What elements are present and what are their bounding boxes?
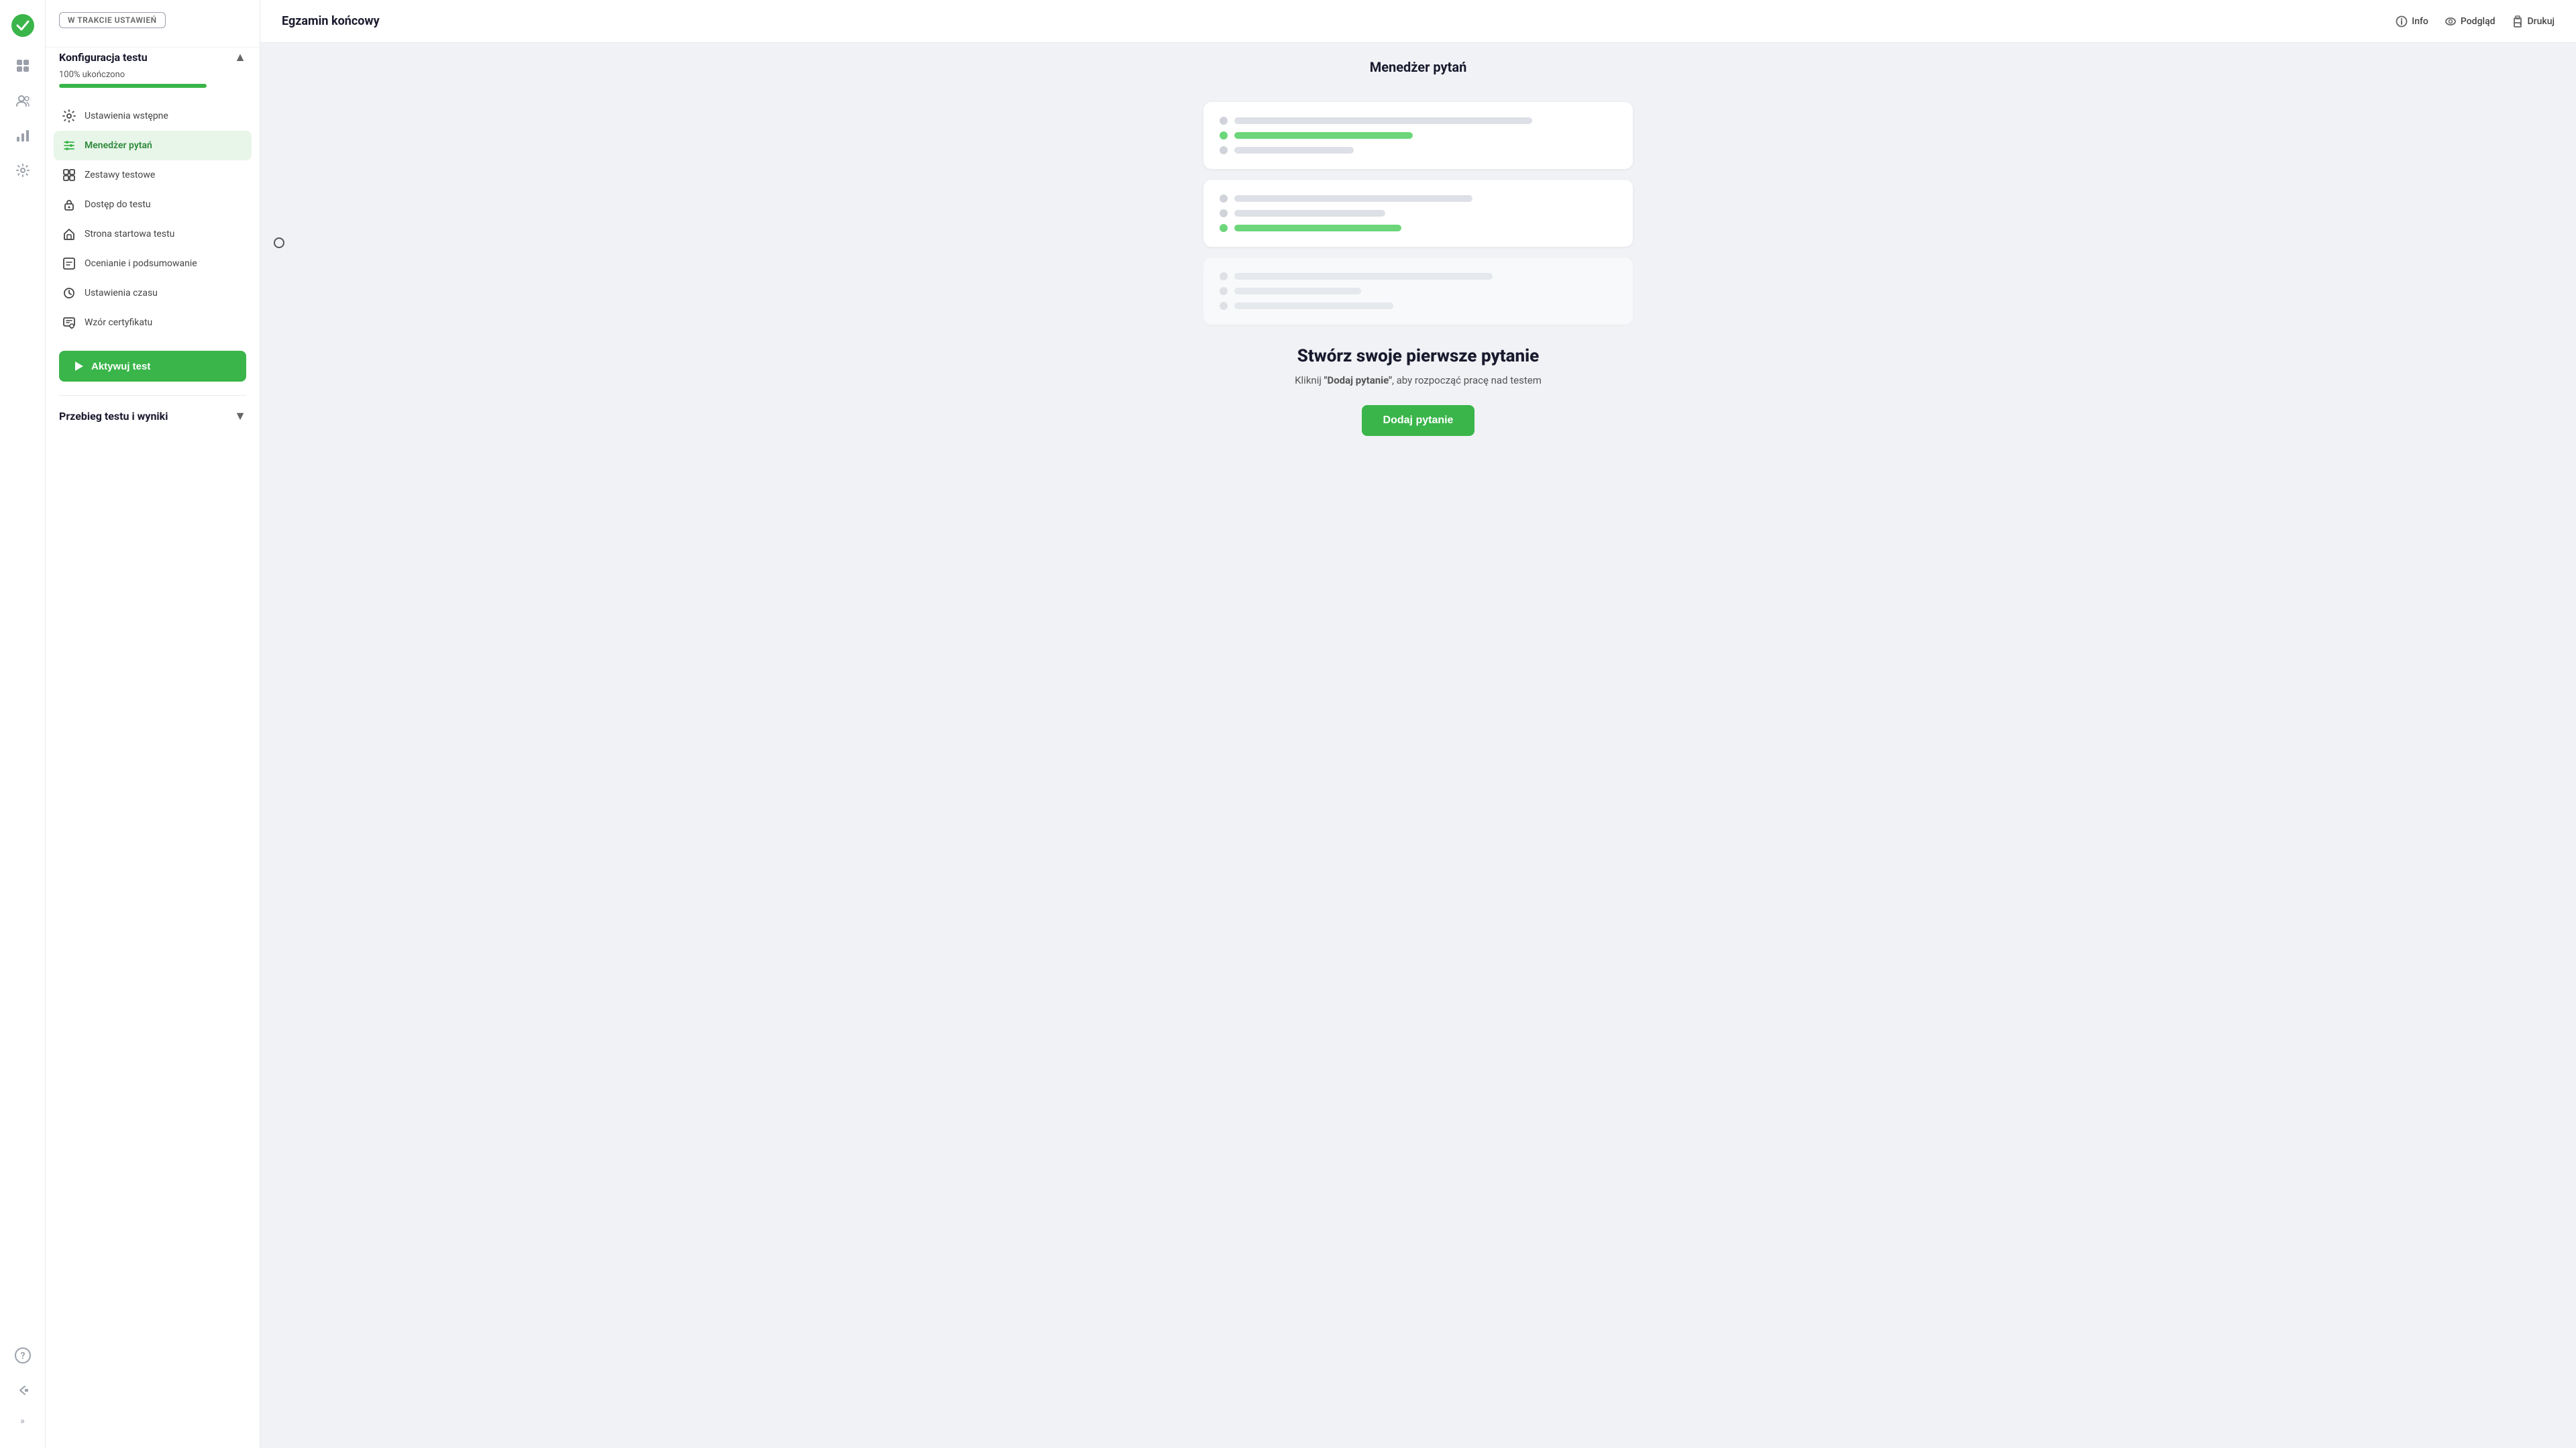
certificate-icon bbox=[62, 315, 76, 330]
empty-state-description: Kliknij "Dodaj pytanie", aby rozpocząć p… bbox=[1295, 374, 1542, 386]
nav-label-certificate: Wzór certyfikatu bbox=[85, 317, 152, 328]
print-action[interactable]: Drukuj bbox=[2512, 15, 2555, 27]
sidebar-item-settings[interactable] bbox=[8, 156, 38, 185]
play-icon bbox=[72, 360, 85, 372]
placeholder-card-2 bbox=[1203, 180, 1633, 247]
nav-item-start-page[interactable]: Strona startowa testu bbox=[54, 219, 252, 249]
progress-bar-bg bbox=[59, 84, 207, 88]
placeholder-cards bbox=[1203, 102, 1633, 325]
ph-dot-green-1 bbox=[1220, 131, 1228, 140]
section2-title: Przebieg testu i wyniki bbox=[59, 410, 168, 423]
ph-dot-2 bbox=[1220, 146, 1228, 154]
nav-item-certificate[interactable]: Wzór certyfikatu bbox=[54, 308, 252, 337]
page-area: Menedżer pytań bbox=[260, 43, 2576, 1448]
clock-icon bbox=[62, 286, 76, 300]
nav-label-test-sets: Zestawy testowe bbox=[85, 170, 155, 180]
progress-bar-fill bbox=[59, 84, 207, 88]
nav-label-grading: Ocenianie i podsumowanie bbox=[85, 258, 197, 269]
svg-text:?: ? bbox=[20, 1351, 25, 1361]
empty-state: Stwórz swoje pierwsze pytanie Kliknij "D… bbox=[1295, 346, 1542, 436]
activate-btn-label: Aktywuj test bbox=[91, 361, 150, 372]
sidebar-header: W TRAKCIE USTAWIEŃ bbox=[46, 0, 260, 48]
nav-item-initial-settings[interactable]: Ustawienia wstępne bbox=[54, 101, 252, 131]
nav-item-test-access[interactable]: Dostęp do testu bbox=[54, 190, 252, 219]
icon-bar: ? » bbox=[0, 0, 46, 1448]
placeholder-card-3 bbox=[1203, 258, 1633, 325]
nav-label-test-access: Dostęp do testu bbox=[85, 199, 151, 210]
ph-dot-6 bbox=[1220, 287, 1228, 295]
ph-dot-7 bbox=[1220, 302, 1228, 310]
status-badge: W TRAKCIE USTAWIEŃ bbox=[59, 12, 166, 28]
logo[interactable] bbox=[8, 11, 38, 40]
print-label: Drukuj bbox=[2528, 16, 2555, 27]
desc-bold: "Dodaj pytanie" bbox=[1324, 374, 1392, 386]
section1-toggle[interactable]: ▲ bbox=[234, 50, 246, 64]
ph-line-green-1 bbox=[1234, 132, 1413, 139]
empty-state-title: Stwórz swoje pierwsze pytanie bbox=[1295, 346, 1542, 366]
sidebar-item-grid[interactable] bbox=[8, 51, 38, 80]
nav-items: Ustawienia wstępne Menedżer pytań bbox=[46, 99, 260, 340]
ph-line-green-2 bbox=[1234, 225, 1401, 231]
section1-title: Konfiguracja testu bbox=[59, 51, 148, 64]
ph-dot-4 bbox=[1220, 209, 1228, 217]
nav-label-initial-settings: Ustawienia wstępne bbox=[85, 111, 168, 121]
lock-icon bbox=[62, 197, 76, 212]
section2-header[interactable]: Przebieg testu i wyniki ▼ bbox=[46, 398, 260, 429]
preview-label: Podgląd bbox=[2461, 16, 2496, 27]
ph-dot-green-2 bbox=[1220, 224, 1228, 232]
sidebar-item-analytics[interactable] bbox=[8, 121, 38, 150]
topbar-actions: Info Podgląd Drukuj bbox=[2396, 15, 2555, 27]
topbar-title: Egzamin końcowy bbox=[282, 14, 380, 28]
sidebar-item-back[interactable] bbox=[8, 1376, 38, 1405]
home-icon bbox=[62, 227, 76, 241]
nav-label-start-page: Strona startowa testu bbox=[85, 229, 174, 239]
chart-icon bbox=[62, 256, 76, 271]
nav-item-time-settings[interactable]: Ustawienia czasu bbox=[54, 278, 252, 308]
nav-item-grading[interactable]: Ocenianie i podsumowanie bbox=[54, 249, 252, 278]
collapse-icon[interactable]: » bbox=[15, 1410, 30, 1432]
ph-line-1 bbox=[1234, 117, 1532, 124]
add-question-button[interactable]: Dodaj pytanie bbox=[1362, 405, 1475, 436]
grid-icon bbox=[62, 168, 76, 182]
ph-dot-5 bbox=[1220, 272, 1228, 280]
info-action[interactable]: Info bbox=[2396, 15, 2428, 27]
ph-dot-3 bbox=[1220, 194, 1228, 203]
progress-area: 100% ukończono bbox=[46, 64, 260, 99]
page-title: Menedżer pytań bbox=[292, 59, 2544, 75]
placeholder-card-1 bbox=[1203, 102, 1633, 169]
settings-icon bbox=[62, 109, 76, 123]
ph-line-6 bbox=[1234, 288, 1361, 294]
ph-line-7 bbox=[1234, 302, 1393, 309]
nav-label-time-settings: Ustawienia czasu bbox=[85, 288, 158, 298]
center-area: Stwórz swoje pierwsze pytanie Kliknij "D… bbox=[260, 86, 2576, 1448]
ph-line-4 bbox=[1234, 210, 1385, 217]
topbar: Egzamin końcowy Info Podgląd bbox=[260, 0, 2576, 43]
activate-test-button[interactable]: Aktywuj test bbox=[59, 351, 246, 382]
ph-line-2 bbox=[1234, 147, 1354, 154]
page-header: Menedżer pytań bbox=[260, 43, 2576, 86]
sidebar-item-users[interactable] bbox=[8, 86, 38, 115]
preview-action[interactable]: Podgląd bbox=[2445, 15, 2496, 27]
desc-post: , aby rozpocząć pracę nad testem bbox=[1392, 374, 1542, 386]
sidebar-item-help[interactable]: ? bbox=[8, 1341, 38, 1370]
nav-label-question-manager: Menedżer pytań bbox=[85, 140, 152, 151]
nav-item-question-manager[interactable]: Menedżer pytań bbox=[54, 131, 252, 160]
ph-dot-1 bbox=[1220, 117, 1228, 125]
section1-header[interactable]: Konfiguracja testu ▲ bbox=[46, 50, 260, 64]
progress-label: 100% ukończono bbox=[59, 70, 246, 80]
main-content: Egzamin końcowy Info Podgląd bbox=[260, 0, 2576, 1448]
sidebar-divider bbox=[59, 395, 246, 396]
sliders-icon bbox=[62, 138, 76, 153]
ph-line-5 bbox=[1234, 273, 1493, 280]
print-icon bbox=[2512, 15, 2524, 27]
desc-pre: Kliknij bbox=[1295, 374, 1324, 386]
sidebar: W TRAKCIE USTAWIEŃ Konfiguracja testu ▲ … bbox=[46, 0, 260, 1448]
section2-toggle[interactable]: ▼ bbox=[234, 409, 246, 423]
ph-line-3 bbox=[1234, 195, 1472, 202]
info-icon bbox=[2396, 15, 2408, 27]
eye-icon bbox=[2445, 15, 2457, 27]
info-label: Info bbox=[2412, 16, 2428, 27]
nav-item-test-sets[interactable]: Zestawy testowe bbox=[54, 160, 252, 190]
